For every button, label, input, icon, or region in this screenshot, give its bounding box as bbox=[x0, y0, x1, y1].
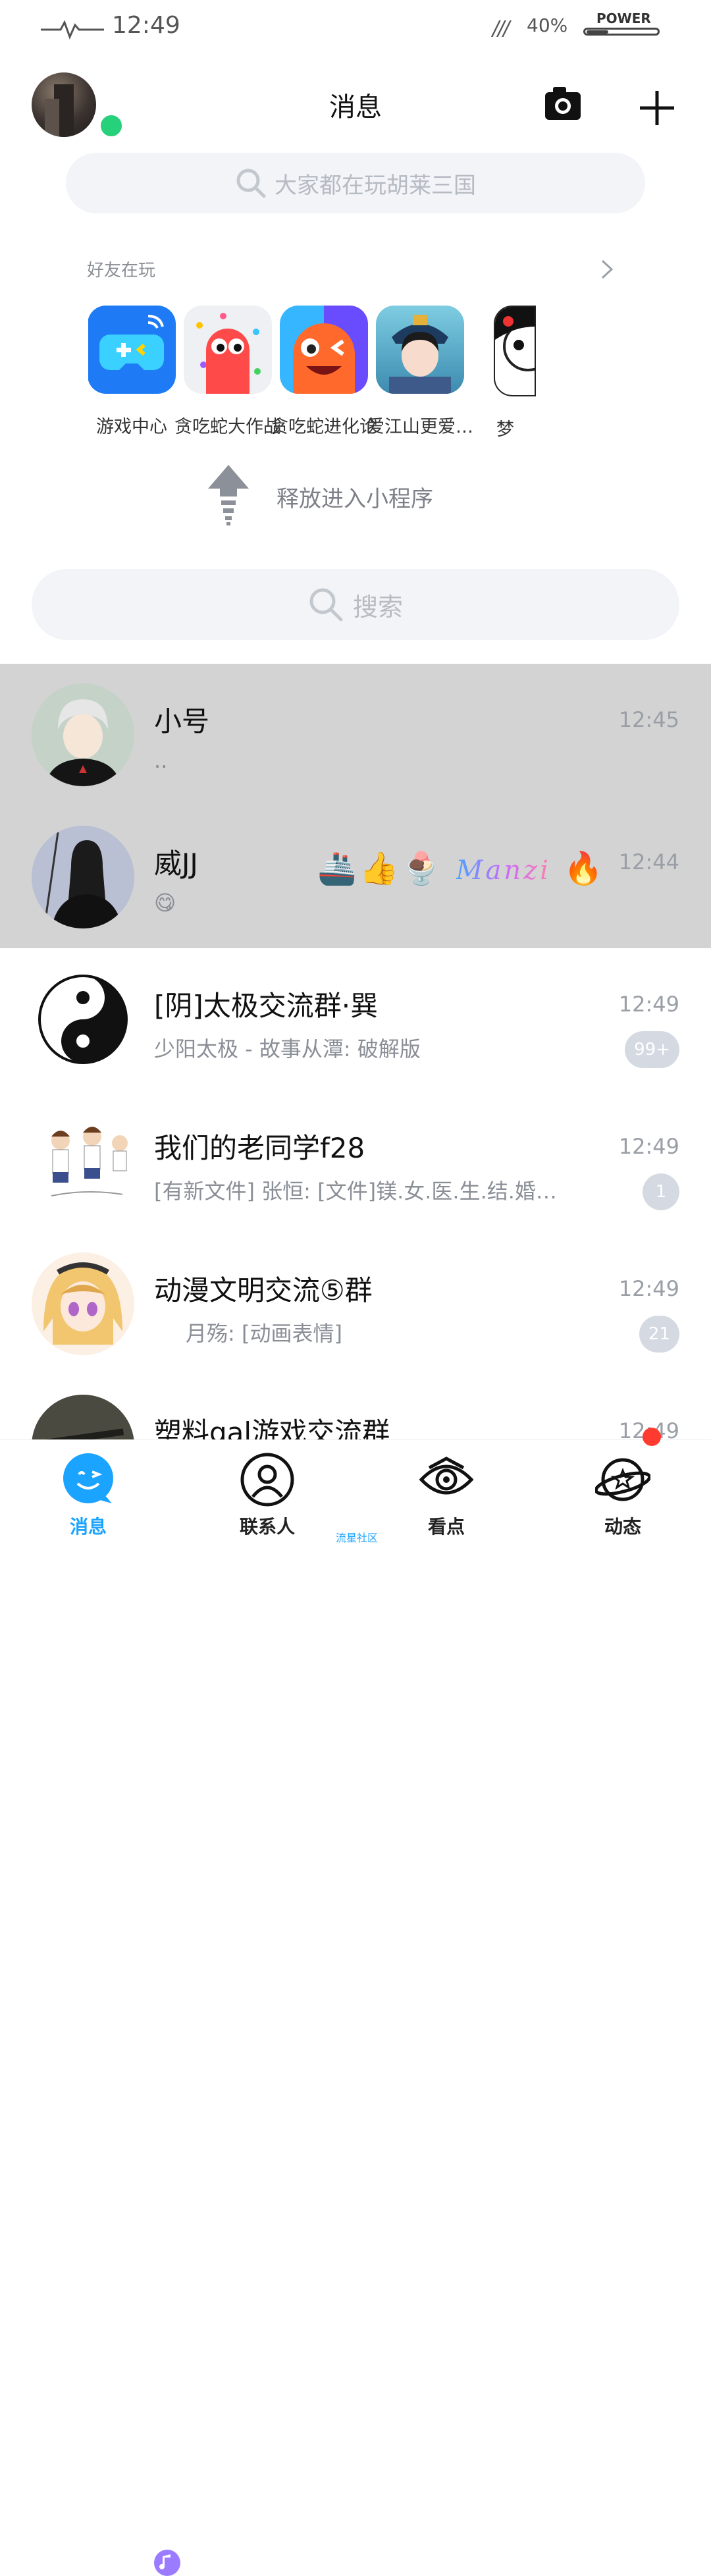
dream-game-icon bbox=[494, 306, 536, 396]
battery-fill bbox=[587, 30, 608, 34]
chat-preview: 少阳太极 - 故事从潭: 破解版 bbox=[154, 1036, 421, 1061]
search-placeholder: 搜索 bbox=[352, 592, 403, 622]
unread-badge: 99+ bbox=[625, 1031, 679, 1068]
nav-label: 联系人 bbox=[239, 1516, 295, 1538]
search-icon bbox=[309, 588, 343, 622]
nav-label: 消息 bbox=[69, 1516, 107, 1538]
nav-sub-label: 流星社区 bbox=[336, 1532, 379, 1544]
friends-playing-label: 好友在玩 bbox=[87, 261, 156, 281]
chat-preview: 月殇: [动画表情] bbox=[186, 1321, 342, 1346]
chat-name: 动漫文明交流⑤群 bbox=[154, 1274, 373, 1306]
music-note-icon bbox=[154, 2550, 180, 2576]
chat-preview: .. bbox=[154, 748, 168, 773]
notification-dot bbox=[643, 1428, 661, 1446]
chevron-right-icon[interactable] bbox=[599, 258, 615, 281]
add-icon[interactable] bbox=[637, 88, 677, 128]
app-label: 梦 bbox=[496, 419, 514, 437]
chat-avatar bbox=[32, 1252, 134, 1355]
chat-time: 12:49 bbox=[618, 1134, 679, 1159]
chat-name: 小号 bbox=[154, 705, 210, 738]
nav-moments[interactable]: 动态 bbox=[557, 1452, 689, 1539]
app-dream-game[interactable]: 梦 bbox=[450, 306, 582, 437]
release-hint: 释放进入小程序 bbox=[276, 486, 433, 512]
bottom-nav: 消息 联系人 看点 动态 bbox=[0, 1439, 711, 1542]
planet-icon bbox=[594, 1458, 652, 1501]
unread-badge: 1 bbox=[643, 1173, 679, 1210]
nav-label: 动态 bbox=[604, 1516, 641, 1538]
battery-indicator: POWER bbox=[581, 11, 664, 40]
tag-text: Manzi bbox=[456, 855, 551, 886]
chat-row[interactable]: 我们的老同学f28 [有新文件] 张恒: [文件]镁.女.医.生.结.婚… 12… bbox=[0, 1090, 711, 1233]
battery-percent: 40% bbox=[527, 14, 568, 36]
nav-messages[interactable]: 消息 bbox=[22, 1452, 154, 1539]
chat-row[interactable]: 小号 .. 12:45 bbox=[0, 664, 711, 806]
chat-preview: 😋 bbox=[154, 890, 176, 915]
chat-time: 12:49 bbox=[618, 992, 679, 1017]
yin-yang-icon bbox=[38, 975, 128, 1064]
chat-avatar bbox=[32, 968, 134, 1071]
signal-icon: /// bbox=[492, 17, 510, 40]
mini-program-search-placeholder: 大家都在玩胡莱三国 bbox=[275, 172, 476, 199]
search-icon bbox=[236, 169, 266, 198]
chat-row[interactable]: 威JJ 😋 🚢👍🍨 Manzi 🔥 12:44 bbox=[0, 806, 711, 948]
status-time: 12:49 bbox=[112, 12, 180, 39]
pulse-icon bbox=[41, 20, 104, 40]
chat-preview: [有新文件] 张恒: [文件]镁.女.医.生.结.婚… bbox=[154, 1179, 557, 1204]
eye-icon bbox=[419, 1457, 474, 1495]
chat-name: [阴]太极交流群·巽 bbox=[154, 990, 379, 1022]
battery-label: POWER bbox=[596, 11, 651, 26]
chat-time: 12:45 bbox=[618, 707, 679, 732]
tag-emojis: 🚢👍🍨 bbox=[317, 850, 444, 887]
arrow-up-icon bbox=[208, 465, 249, 525]
fire-icon: 🔥 bbox=[564, 850, 606, 887]
chat-time: 12:44 bbox=[618, 849, 679, 874]
mini-program-search[interactable]: 大家都在玩胡莱三国 bbox=[66, 153, 645, 213]
chat-bubble-icon bbox=[63, 1453, 113, 1503]
page-title: 消息 bbox=[329, 92, 382, 122]
chat-name: 威JJ bbox=[154, 847, 198, 880]
chat-time: 12:49 bbox=[618, 1276, 679, 1301]
nav-contacts[interactable]: 联系人 bbox=[201, 1452, 333, 1539]
nav-label: 看点 bbox=[427, 1516, 465, 1538]
unread-badge: 21 bbox=[639, 1316, 679, 1353]
chat-row[interactable]: 动漫文明交流⑤群 月殇: [动画表情] 12:49 21 bbox=[0, 1233, 711, 2576]
camera-icon[interactable] bbox=[544, 84, 582, 122]
battery-bar bbox=[583, 28, 660, 36]
contacts-icon bbox=[240, 1453, 294, 1507]
chat-name: 我们的老同学f28 bbox=[154, 1132, 365, 1164]
chat-avatar bbox=[32, 684, 134, 786]
chat-avatar bbox=[32, 826, 134, 928]
chat-tags: 🚢👍🍨 Manzi 🔥 bbox=[317, 849, 606, 887]
search-bar[interactable]: 搜索 bbox=[32, 569, 679, 640]
chat-avatar bbox=[32, 1110, 134, 1213]
friends-playing-apps: 游戏中心 贪吃蛇大作战 贪吃蛇进化论 爱江山更爱… 梦 bbox=[88, 306, 711, 437]
nav-discover[interactable]: 看点 bbox=[381, 1452, 512, 1539]
chat-row[interactable]: [阴]太极交流群·巽 少阳太极 - 故事从潭: 破解版 12:49 99+ bbox=[0, 948, 711, 1090]
